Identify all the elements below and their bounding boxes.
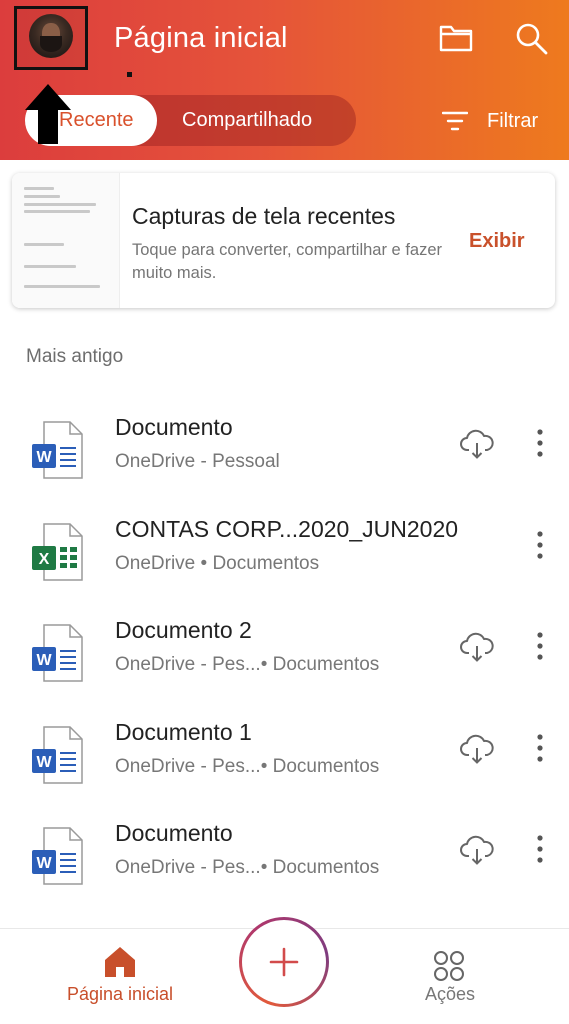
svg-text:X: X (39, 551, 50, 568)
annotation-dot (127, 72, 132, 77)
file-location: OneDrive • Documentos (115, 553, 320, 574)
more-vertical-icon[interactable] (532, 834, 548, 864)
svg-text:W: W (36, 754, 52, 771)
word-file-icon: W (32, 421, 83, 479)
annotation-arrow-icon (25, 84, 71, 144)
recent-screenshots-card[interactable]: Capturas de tela recentes Toque para con… (12, 173, 555, 308)
excel-file-icon: X (32, 523, 83, 581)
card-title: Capturas de tela recentes (132, 203, 396, 229)
search-icon[interactable] (513, 20, 549, 56)
create-button[interactable] (239, 917, 329, 1007)
file-location: OneDrive - Pessoal (115, 451, 280, 472)
file-name: Documento 2 (115, 617, 252, 643)
tab-shared[interactable]: Compartilhado (182, 109, 312, 132)
file-location: OneDrive - Pes...• Documentos (115, 654, 380, 675)
actions-grid-icon (434, 951, 464, 981)
nav-actions[interactable]: Ações (380, 929, 520, 1024)
more-vertical-icon[interactable] (532, 733, 548, 763)
svg-text:W: W (36, 855, 52, 872)
word-file-icon: W (32, 726, 83, 784)
list-item[interactable]: W Documento OneDrive - Pessoal (0, 400, 569, 500)
nav-home-label: Página inicial (66, 984, 174, 1004)
plus-icon (269, 947, 299, 977)
home-icon (105, 947, 135, 977)
file-location: OneDrive - Pes...• Documentos (115, 857, 380, 878)
cloud-download-icon[interactable] (460, 834, 494, 866)
filter-icon[interactable] (442, 109, 468, 133)
view-button[interactable]: Exibir (469, 230, 525, 253)
word-file-icon: W (32, 624, 83, 682)
file-name: Documento 1 (115, 719, 252, 745)
list-item[interactable]: W Documento 1 OneDrive - Pes...• Documen… (0, 705, 569, 805)
file-name: Documento (115, 820, 233, 846)
list-item[interactable]: W Documento OneDrive - Pes...• Documento… (0, 806, 569, 906)
app-header: Página inicial Recente Compartilhado Fil… (0, 0, 569, 160)
card-description: Toque para converter, compartilhar e faz… (132, 241, 442, 282)
file-name: CONTAS CORP...2020_JUN2020 (115, 516, 459, 542)
svg-text:W: W (36, 652, 52, 669)
screenshot-thumbnail (12, 173, 120, 308)
more-vertical-icon[interactable] (532, 530, 548, 560)
folder-icon[interactable] (438, 22, 474, 54)
file-location: OneDrive - Pes...• Documentos (115, 756, 380, 777)
more-vertical-icon[interactable] (532, 428, 548, 458)
list-item[interactable]: X CONTAS CORP...2020_JUN2020 OneDrive • … (0, 502, 569, 602)
cloud-download-icon[interactable] (460, 733, 494, 765)
word-file-icon: W (32, 827, 83, 885)
filter-button[interactable]: Filtrar (487, 110, 538, 133)
avatar (29, 14, 73, 58)
list-item[interactable]: W Documento 2 OneDrive - Pes...• Documen… (0, 603, 569, 703)
cloud-download-icon[interactable] (460, 631, 494, 663)
cloud-download-icon[interactable] (460, 428, 494, 460)
nav-actions-label: Ações (424, 984, 476, 1004)
more-vertical-icon[interactable] (532, 631, 548, 661)
profile-avatar-button[interactable] (14, 6, 88, 70)
page-title: Página inicial (114, 22, 288, 54)
nav-home[interactable]: Página inicial (40, 929, 200, 1024)
section-heading: Mais antigo (26, 346, 124, 367)
svg-text:W: W (36, 449, 52, 466)
file-name: Documento (115, 414, 233, 440)
view-toggle: Recente Compartilhado (25, 95, 356, 146)
